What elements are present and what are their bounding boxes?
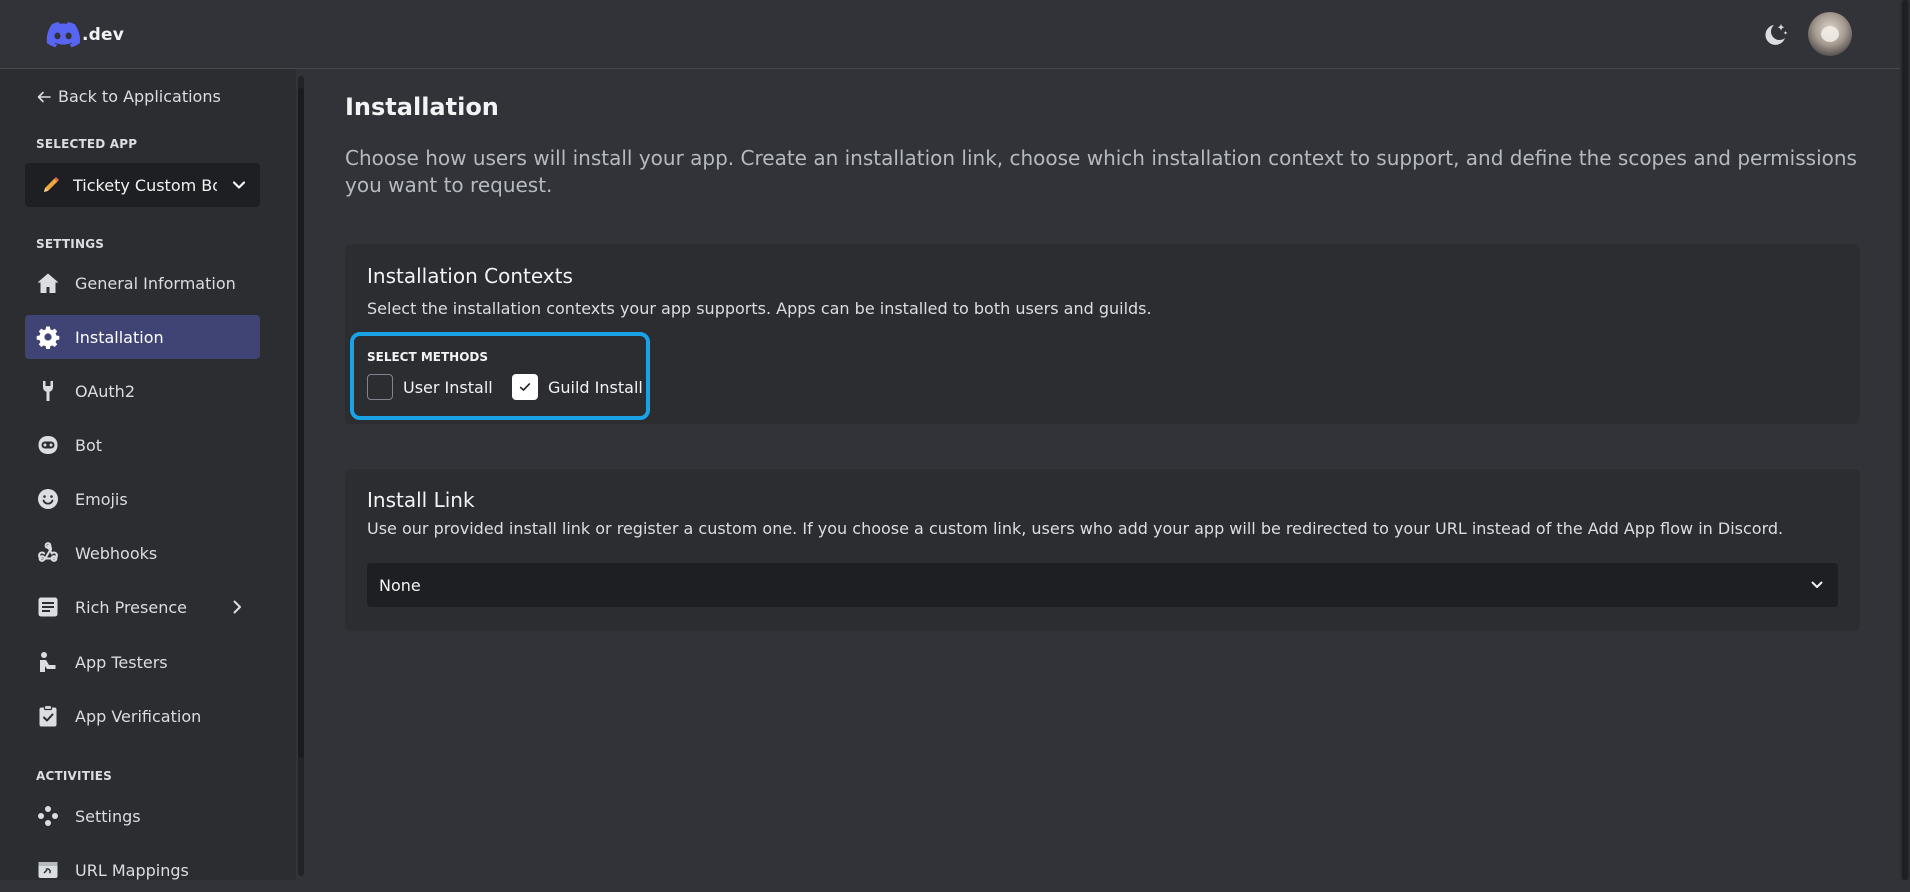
- app-testers-icon: [35, 649, 61, 675]
- discord-logo-icon: [46, 22, 80, 48]
- gear-icon: [35, 324, 61, 350]
- install-link-title: Install Link: [367, 488, 475, 512]
- sidebar-item-label: App Testers: [75, 652, 168, 672]
- sidebar-item-app-testers[interactable]: App Testers: [25, 640, 260, 684]
- page-scrollbar-thumb[interactable]: [1902, 0, 1908, 880]
- theme-toggle-button[interactable]: [1760, 20, 1790, 50]
- smile-icon: [35, 486, 61, 512]
- installation-contexts-card: Installation Contexts Select the install…: [345, 244, 1860, 424]
- sidebar-scrollbar-thumb[interactable]: [298, 88, 304, 758]
- sidebar-item-label: Emojis: [75, 489, 128, 509]
- sidebar-scrollbar[interactable]: [296, 70, 306, 880]
- sidebar-item-label: Webhooks: [75, 543, 158, 563]
- moon-stars-icon: [1765, 24, 1788, 45]
- logo-text: .dev: [82, 25, 125, 45]
- sidebar: Back to Applications SELECTED APP Ticket…: [0, 69, 296, 880]
- rich-presence-icon: [35, 594, 61, 620]
- user-install-label: User Install: [403, 377, 493, 397]
- sidebar-item-label: Bot: [75, 435, 103, 455]
- chevron-right-icon: [233, 600, 241, 614]
- webhook-icon: [35, 540, 61, 566]
- checkmark-icon: [519, 383, 531, 391]
- selected-app-name: Tickety Custom Bo: [73, 175, 217, 195]
- back-to-applications-link[interactable]: Back to Applications: [36, 87, 221, 106]
- sidebar-item-installation[interactable]: Installation: [25, 315, 260, 359]
- select-methods-label: SELECT METHODS: [367, 350, 489, 364]
- sidebar-item-activities-settings[interactable]: Settings: [25, 794, 260, 838]
- wrench-icon: [35, 378, 61, 404]
- sidebar-item-webhooks[interactable]: Webhooks: [25, 531, 260, 575]
- sidebar-item-label: OAuth2: [75, 381, 135, 401]
- home-icon: [35, 270, 61, 296]
- sidebar-item-general-information[interactable]: General Information: [25, 261, 260, 305]
- guild-install-option[interactable]: Guild Install: [512, 374, 643, 400]
- back-link-label: Back to Applications: [58, 87, 221, 106]
- sidebar-item-label: URL Mappings: [75, 860, 189, 880]
- sidebar-item-app-verification[interactable]: App Verification: [25, 694, 260, 738]
- install-link-card: Install Link Use our provided install li…: [345, 469, 1860, 631]
- sidebar-item-emojis[interactable]: Emojis: [25, 477, 260, 521]
- discord-dev-logo[interactable]: .dev: [46, 20, 124, 50]
- main-content: Installation Choose how users will insta…: [306, 69, 1900, 880]
- user-install-checkbox[interactable]: [367, 374, 393, 400]
- chevron-down-icon: [232, 181, 246, 189]
- install-link-description: Use our provided install link or registe…: [367, 519, 1784, 538]
- sidebar-item-bot[interactable]: Bot: [25, 423, 260, 467]
- pencil-icon: [44, 177, 59, 192]
- sidebar-item-label: Settings: [75, 806, 141, 826]
- sidebar-item-label: Installation: [75, 327, 164, 347]
- verification-icon: [35, 703, 61, 729]
- guild-install-label: Guild Install: [548, 377, 643, 397]
- install-link-selected-value: None: [379, 575, 421, 595]
- user-install-option[interactable]: User Install: [367, 374, 493, 400]
- installation-contexts-description: Select the installation contexts your ap…: [367, 299, 1152, 318]
- chevron-down-icon: [1811, 581, 1823, 588]
- guild-install-checkbox[interactable]: [512, 374, 538, 400]
- installation-contexts-title: Installation Contexts: [367, 264, 573, 288]
- activities-settings-icon: [35, 803, 61, 829]
- user-avatar[interactable]: [1808, 12, 1852, 56]
- selected-app-dropdown[interactable]: Tickety Custom Bo: [25, 163, 260, 207]
- activities-heading: ACTIVITIES: [36, 769, 112, 783]
- page-title: Installation: [345, 93, 499, 121]
- sidebar-item-label: Rich Presence: [75, 597, 187, 617]
- page-scrollbar[interactable]: [1900, 0, 1910, 880]
- url-mappings-icon: [35, 857, 61, 883]
- settings-heading: SETTINGS: [36, 237, 105, 251]
- arrow-left-icon: [37, 91, 51, 102]
- sidebar-item-label: General Information: [75, 273, 236, 293]
- page-description: Choose how users will install your app. …: [345, 146, 1857, 197]
- selected-app-heading: SELECTED APP: [36, 137, 138, 151]
- sidebar-item-rich-presence[interactable]: Rich Presence: [25, 585, 260, 629]
- sidebar-item-label: App Verification: [75, 706, 202, 726]
- bot-icon: [35, 432, 61, 458]
- sidebar-item-url-mappings[interactable]: URL Mappings: [25, 848, 260, 892]
- top-bar: .dev: [0, 0, 1900, 69]
- sidebar-item-oauth2[interactable]: OAuth2: [25, 369, 260, 413]
- install-link-select[interactable]: None: [367, 563, 1838, 607]
